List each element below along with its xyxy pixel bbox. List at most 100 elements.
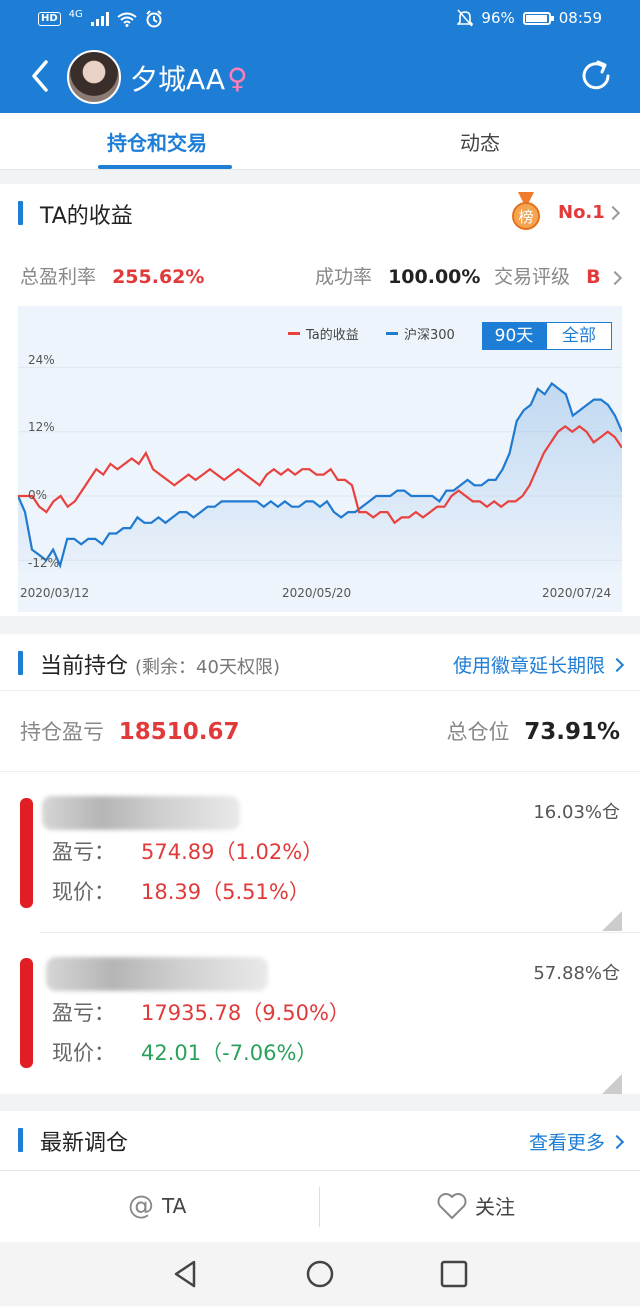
wifi-icon xyxy=(117,12,137,27)
total-return-stat: 总盈利率 255.62% xyxy=(20,262,204,289)
battery-icon xyxy=(522,11,554,25)
hs300-area xyxy=(18,383,622,571)
position-price-row: 现价： 18.39（5.51%） xyxy=(52,876,310,906)
position-pnl-row: 盈亏： 574.89（1.02%） xyxy=(52,836,323,866)
holdings-subtitle: (剩余：40天权限) xyxy=(135,657,280,678)
position-price-label: 现价： xyxy=(52,880,115,904)
nav-recents-icon[interactable] xyxy=(438,1258,470,1290)
stock-name-blurred xyxy=(46,957,268,991)
position-pnl-label: 盈亏： xyxy=(52,840,115,864)
trade-grade-label: 交易评级 xyxy=(494,266,571,288)
position-color-bar xyxy=(20,958,33,1068)
position-pnl-value: 574.89（1.02%） xyxy=(141,840,324,864)
signal-icon xyxy=(90,12,109,26)
nav-back-icon[interactable] xyxy=(170,1258,202,1290)
y-tick-neg12: -12% xyxy=(28,556,60,570)
total-position-value: 73.91% xyxy=(524,719,620,745)
nav-bar: 夕城AA ♀ xyxy=(0,40,640,113)
holdings-header: 当前持仓 (剩余：40天权限) 使用徽章延长期限 xyxy=(0,634,640,692)
tab-holdings-trades[interactable]: 持仓和交易 xyxy=(107,127,207,156)
tab-bar: 持仓和交易 动态 xyxy=(0,113,640,170)
position-pnl-row: 盈亏： 17935.78（9.50%） xyxy=(52,997,350,1027)
chevron-right-icon xyxy=(605,205,620,220)
y-tick-24: 24% xyxy=(28,353,55,367)
x-tick-end: 2020/07/24 xyxy=(542,586,612,600)
at-icon: @ xyxy=(128,1191,154,1221)
holdings-title-text: 当前持仓 xyxy=(40,654,129,679)
divider xyxy=(319,1187,320,1227)
rank-text: No.1 xyxy=(558,202,605,223)
view-more-link[interactable]: 查看更多 xyxy=(528,1128,625,1155)
rank-medal-icon: 榜 xyxy=(512,192,540,230)
status-bar: HD 4G 96% 08:59 xyxy=(0,0,640,40)
divider xyxy=(0,690,640,691)
total-position-label: 总仓位 xyxy=(446,720,510,744)
top-header: HD 4G 96% 08:59 夕城AA ♀ xyxy=(0,0,640,113)
female-icon: ♀ xyxy=(227,61,248,95)
chevron-right-icon xyxy=(609,1134,625,1149)
total-return-label: 总盈利率 xyxy=(20,266,97,288)
system-nav-bar xyxy=(0,1242,640,1306)
tab-activity[interactable]: 动态 xyxy=(460,127,500,156)
section-marker xyxy=(18,201,23,225)
success-rate-label: 成功率 xyxy=(315,266,373,288)
position-weight: 16.03%仓 xyxy=(533,802,620,823)
position-pnl-label: 盈亏： xyxy=(52,1001,115,1025)
username-text: 夕城AA xyxy=(130,63,226,96)
chevron-right-icon xyxy=(609,657,625,672)
nav-home-icon[interactable] xyxy=(304,1258,336,1290)
mention-ta-button[interactable]: @ TA xyxy=(128,1191,186,1221)
position-pnl-value: 17935.78（9.50%） xyxy=(141,1001,350,1025)
holdings-title: 当前持仓 (剩余：40天权限) xyxy=(40,648,280,680)
x-tick-mid: 2020/05/20 xyxy=(282,586,352,600)
hd-indicator: HD xyxy=(38,12,61,26)
stock-name-blurred xyxy=(42,796,240,830)
rebalance-title: 最新调仓 xyxy=(40,1131,129,1156)
trade-grade-stat[interactable]: 交易评级 B xyxy=(494,262,622,289)
divider xyxy=(40,932,640,933)
total-return-value: 255.62% xyxy=(112,266,205,288)
success-rate-stat: 成功率 100.00% xyxy=(315,262,480,289)
holding-pnl-value: 18510.67 xyxy=(118,719,240,745)
battery-percent: 96% xyxy=(481,9,515,27)
mute-bell-icon xyxy=(457,9,474,27)
position-price-row: 现价： 42.01（-7.06%） xyxy=(52,1037,317,1067)
user-avatar[interactable] xyxy=(67,50,121,104)
chevron-right-icon xyxy=(607,270,622,286)
divider xyxy=(0,771,640,772)
y-tick-12: 12% xyxy=(28,420,55,434)
trade-grade-value: B xyxy=(586,266,601,288)
network-icon: 4G xyxy=(68,8,83,20)
section-marker xyxy=(18,651,23,675)
alarm-icon xyxy=(146,10,162,28)
total-position: 总仓位 73.91% xyxy=(447,716,620,746)
extend-period-link[interactable]: 使用徽章延长期限 xyxy=(452,651,625,678)
position-price-value: 18.39（5.51%） xyxy=(141,880,310,904)
page-title: 夕城AA ♀ xyxy=(130,58,248,98)
rebalance-card: 最新调仓 查看更多 xyxy=(0,1111,640,1170)
success-rate-value: 100.00% xyxy=(388,266,481,288)
mention-label: TA xyxy=(162,1194,187,1218)
follow-label: 关注 xyxy=(475,1195,515,1219)
earnings-header: TA的收益 xyxy=(0,184,640,242)
holding-pnl-label: 持仓盈亏 xyxy=(20,720,104,744)
position-color-bar xyxy=(20,798,33,908)
extend-period-text: 使用徽章延长期限 xyxy=(452,655,605,677)
rebalance-header: 最新调仓 查看更多 xyxy=(0,1111,640,1169)
earnings-chart: Ta的收益 沪深300 90天 全部 24% 12% 0% -12% 2020/… xyxy=(18,306,622,612)
rank-link[interactable]: No.1 xyxy=(558,202,620,223)
expand-corner-icon xyxy=(602,1074,622,1094)
view-more-text: 查看更多 xyxy=(528,1132,605,1154)
refresh-icon[interactable] xyxy=(576,56,616,96)
clock-time: 08:59 xyxy=(558,9,602,27)
position-item[interactable]: 16.03%仓 盈亏： 574.89（1.02%） 现价： 18.39（5.51%） xyxy=(0,780,640,940)
active-tab-indicator xyxy=(98,165,232,169)
back-arrow-icon[interactable] xyxy=(26,54,56,98)
follow-button[interactable]: 关注 xyxy=(437,1191,515,1220)
y-tick-0: 0% xyxy=(28,488,48,502)
position-price-value: 42.01（-7.06%） xyxy=(141,1041,318,1065)
rank-badge-text: 榜 xyxy=(518,208,533,226)
bottom-action-bar: @ TA 关注 xyxy=(0,1170,640,1242)
earnings-title: TA的收益 xyxy=(40,204,133,229)
position-item[interactable]: 57.88%仓 盈亏： 17935.78（9.50%） 现价： 42.01（-7.0… xyxy=(0,940,640,1100)
